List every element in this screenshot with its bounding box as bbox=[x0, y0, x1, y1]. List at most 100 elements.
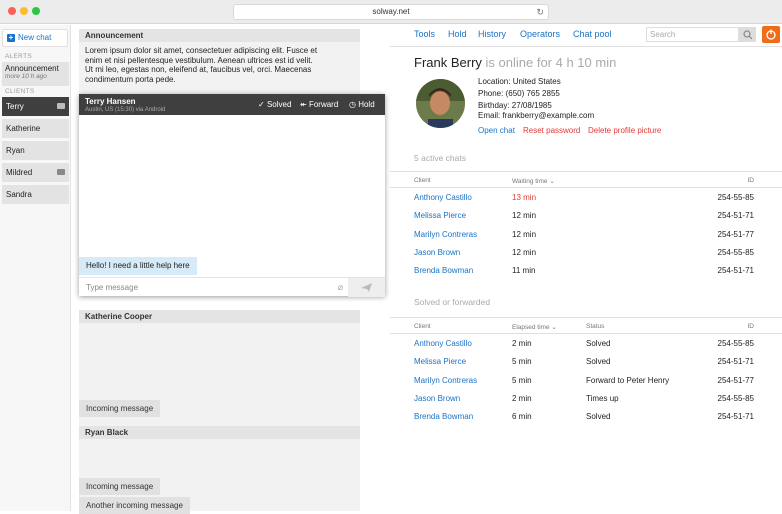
forward-icon: ↞ bbox=[300, 100, 309, 109]
col-client: Client bbox=[414, 177, 431, 184]
new-chat-button[interactable]: + New chat bbox=[2, 29, 68, 47]
chat-status: Solved bbox=[586, 357, 611, 366]
search-icon bbox=[743, 30, 753, 40]
chat-id: 254-55-85 bbox=[717, 339, 754, 348]
chat-client-subtitle: Austin, US (15:30) via Android bbox=[85, 107, 166, 113]
chat-header: Terry Hansen Austin, US (15:30) via Andr… bbox=[79, 94, 385, 115]
client-link[interactable]: Marilyn Contreras bbox=[414, 376, 477, 385]
client-link[interactable]: Jason Brown bbox=[414, 248, 460, 257]
search-input[interactable]: Search bbox=[646, 27, 739, 42]
col-id: ID bbox=[747, 177, 755, 184]
client-phone: Phone: (650) 765 2855 bbox=[478, 89, 560, 98]
chat-id: 254-51-71 bbox=[717, 412, 754, 421]
col-waiting-time[interactable]: Waiting time ⌄ bbox=[512, 177, 555, 185]
sidebar-item-sandra[interactable]: Sandra bbox=[2, 185, 69, 204]
url-text: solway.net bbox=[372, 7, 410, 16]
maximize-window-button[interactable] bbox=[32, 7, 40, 15]
waiting-time: 13 min bbox=[512, 193, 537, 202]
chat-status: Solved bbox=[586, 339, 611, 348]
avatar bbox=[416, 79, 465, 128]
sidebar-item-label: Terry bbox=[6, 102, 24, 111]
chat-id: 254-51-71 bbox=[717, 211, 754, 220]
alerts-label: ALERTS bbox=[5, 53, 32, 60]
sidebar-item-mildred[interactable]: Mildred bbox=[2, 163, 69, 182]
nav-tools[interactable]: Tools bbox=[414, 29, 435, 39]
nav-operators[interactable]: Operators bbox=[520, 29, 560, 39]
reset-password-link[interactable]: Reset password bbox=[523, 126, 580, 135]
sidebar-item-ryan[interactable]: Ryan bbox=[2, 141, 69, 160]
incoming-message: Hello! I need a little help here bbox=[79, 257, 197, 275]
elapsed-time: 2 min bbox=[512, 339, 532, 348]
col-id: ID bbox=[747, 323, 755, 330]
send-button[interactable] bbox=[348, 278, 385, 297]
chat-id: 254-51-71 bbox=[717, 266, 754, 275]
client-link[interactable]: Jason Brown bbox=[414, 394, 460, 403]
client-link[interactable]: Brenda Bowman bbox=[414, 412, 473, 421]
reload-icon[interactable]: ↻ bbox=[536, 5, 544, 19]
client-link[interactable]: Melissa Pierce bbox=[414, 357, 466, 366]
elapsed-time: 2 min bbox=[512, 394, 532, 403]
client-name: Frank Berry bbox=[414, 55, 482, 70]
announcement-label: Announcement bbox=[5, 64, 59, 73]
nav-chat-pool[interactable]: Chat pool bbox=[573, 29, 612, 39]
sidebar-item-label: Ryan bbox=[6, 146, 25, 155]
chat-id: 254-51-77 bbox=[717, 376, 754, 385]
chat-status: Solved bbox=[586, 412, 611, 421]
sidebar-item-katherine[interactable]: Katherine bbox=[2, 119, 69, 138]
solved-button[interactable]: ✓ Solved bbox=[258, 100, 291, 109]
chat-panel-title: Katherine Cooper bbox=[79, 310, 360, 323]
browser-toolbar: solway.net ↻ bbox=[0, 0, 782, 24]
search-button[interactable] bbox=[739, 27, 756, 42]
nav-hold[interactable]: Hold bbox=[448, 29, 467, 39]
hold-button[interactable]: ◷ Hold bbox=[349, 100, 375, 109]
announcement-line: enim et nisi pellentesque vestibulum. Ae… bbox=[85, 55, 313, 65]
elapsed-time: 5 min bbox=[512, 357, 532, 366]
client-location: Location: United States bbox=[478, 77, 561, 86]
sidebar-announcement[interactable]: Announcement more 10 h ago bbox=[2, 62, 69, 86]
chat-id: 254-55-85 bbox=[717, 193, 754, 202]
sidebar-item-terry[interactable]: Terry bbox=[2, 97, 69, 116]
chat-id: 254-55-85 bbox=[717, 248, 754, 257]
announcement-title: Announcement bbox=[79, 29, 360, 42]
col-elapsed-time[interactable]: Elapsed time ⌄ bbox=[512, 323, 557, 331]
client-link[interactable]: Anthony Castillo bbox=[414, 339, 472, 348]
incoming-message: Incoming message bbox=[79, 400, 161, 417]
chat-id: 254-51-77 bbox=[717, 230, 754, 239]
announcement-time: more 10 h ago bbox=[5, 73, 47, 80]
announcement-line: condimentum porta pede. bbox=[85, 74, 176, 84]
power-button[interactable] bbox=[762, 26, 780, 43]
elapsed-time: 6 min bbox=[512, 412, 532, 421]
close-window-button[interactable] bbox=[8, 7, 16, 15]
open-chat-link[interactable]: Open chat bbox=[478, 126, 515, 135]
client-link[interactable]: Marilyn Contreras bbox=[414, 230, 477, 239]
col-elapsed-label: Elapsed time bbox=[512, 324, 550, 331]
client-link[interactable]: Melissa Pierce bbox=[414, 211, 466, 220]
forward-label: Forward bbox=[308, 100, 339, 109]
nav-history[interactable]: History bbox=[478, 29, 506, 39]
elapsed-time: 5 min bbox=[512, 376, 532, 385]
chat-id: 254-51-71 bbox=[717, 357, 754, 366]
address-bar[interactable]: solway.net ↻ bbox=[233, 4, 549, 20]
chat-client-name: Terry Hansen bbox=[85, 97, 136, 106]
client-birthday: Birthday: 27/08/1985 bbox=[478, 101, 552, 110]
plus-icon: + bbox=[7, 33, 15, 42]
chat-status: Forward to Peter Henry bbox=[586, 376, 670, 385]
sidebar-item-label: Katherine bbox=[6, 124, 41, 133]
incoming-message: Another incoming message bbox=[79, 497, 190, 514]
delete-picture-link[interactable]: Delete profile picture bbox=[588, 126, 661, 135]
sidebar-item-label: Mildred bbox=[6, 168, 33, 177]
solved-label: Solved or forwarded bbox=[414, 297, 491, 307]
power-icon bbox=[766, 29, 776, 40]
client-link[interactable]: Brenda Bowman bbox=[414, 266, 473, 275]
client-link[interactable]: Anthony Castillo bbox=[414, 193, 472, 202]
active-chat-window: Terry Hansen Austin, US (15:30) via Andr… bbox=[79, 94, 385, 297]
minimize-window-button[interactable] bbox=[20, 7, 28, 15]
chat-status: Times up bbox=[586, 394, 619, 403]
attachment-icon[interactable]: ⌀ bbox=[338, 282, 343, 293]
message-input[interactable]: Type message ⌀ bbox=[79, 277, 385, 297]
forward-button[interactable]: ↞ Forward bbox=[300, 100, 338, 109]
chat-id: 254-55-85 bbox=[717, 394, 754, 403]
waiting-time: 12 min bbox=[512, 211, 537, 220]
active-chats-label: 5 active chats bbox=[414, 153, 466, 163]
chat-panel-title: Ryan Black bbox=[79, 426, 360, 439]
